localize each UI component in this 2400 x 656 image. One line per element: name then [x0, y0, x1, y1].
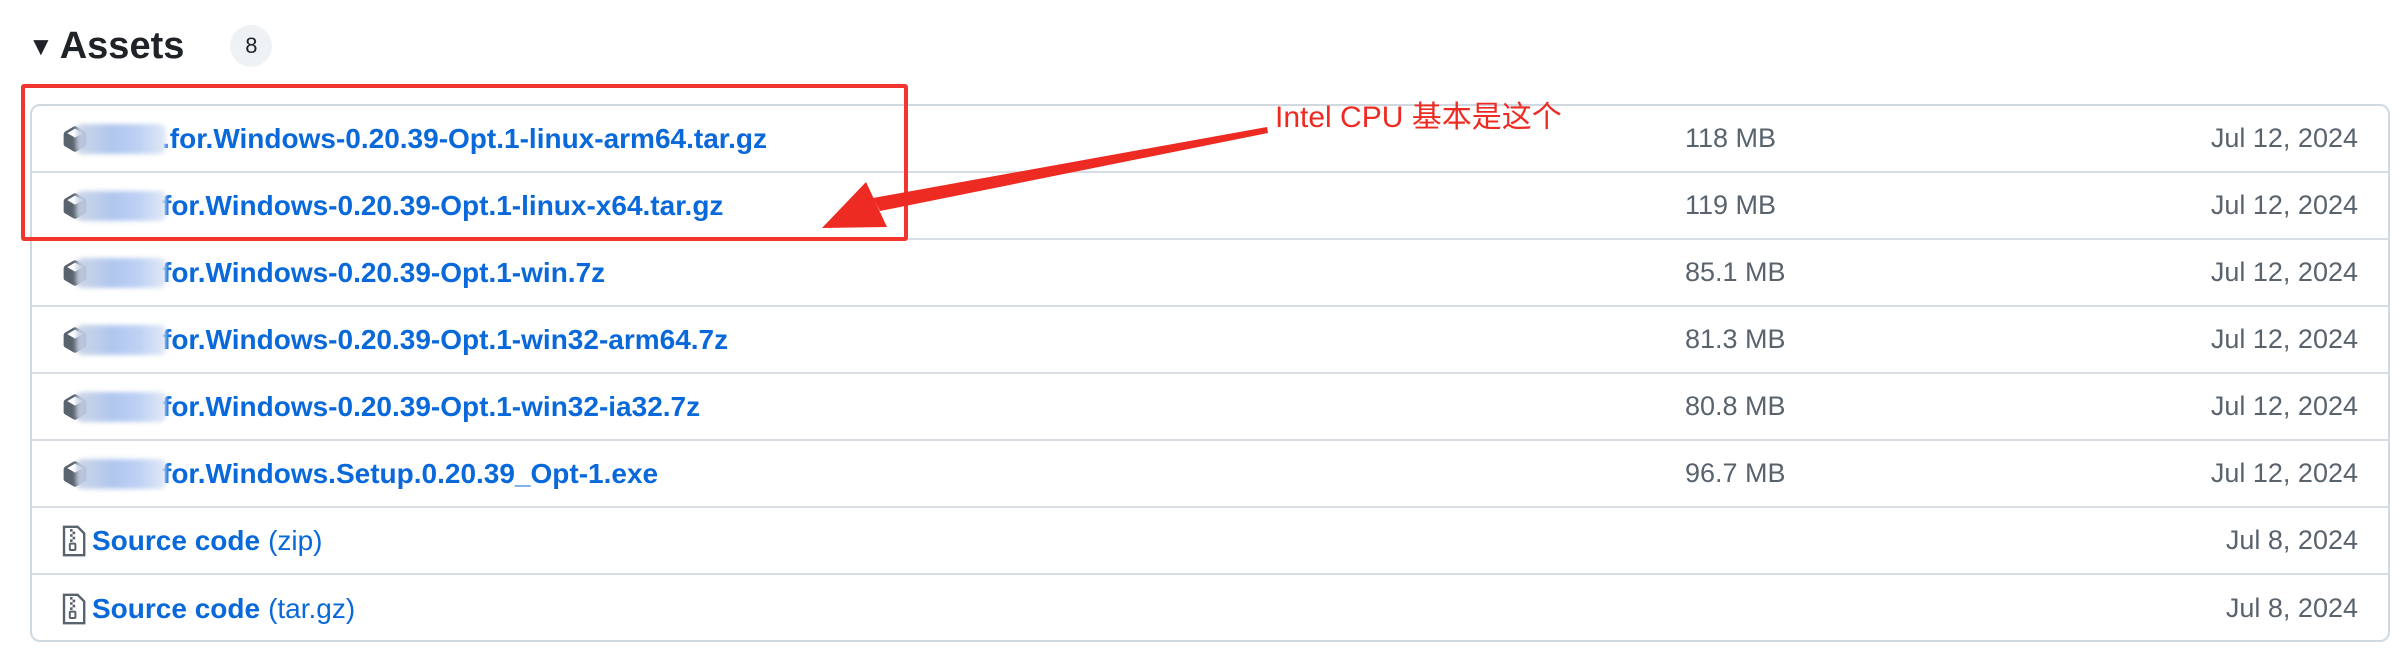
asset-row: for.Windows.Setup.0.20.39_Opt-1.exe 96.7…	[32, 441, 2388, 508]
asset-row: for.Windows-0.20.39-Opt.1-win32-ia32.7z …	[32, 374, 2388, 441]
redacted-prefix	[76, 391, 166, 422]
asset-row: for.Windows-0.20.39-Opt.1-linux-x64.tar.…	[32, 173, 2388, 240]
asset-link[interactable]: for.Windows-0.20.39-Opt.1-win32-ia32.7z	[162, 391, 700, 423]
source-date: Jul 8, 2024	[2225, 593, 2358, 623]
asset-date: Jul 12, 2024	[2210, 458, 2358, 488]
redacted-prefix	[76, 324, 166, 355]
source-targz-suffix[interactable]: (tar.gz)	[268, 593, 355, 625]
asset-size: 96.7 MB	[1685, 458, 1786, 488]
assets-list: .for.Windows-0.20.39-Opt.1-linux-arm64.t…	[30, 104, 2390, 642]
redacted-prefix	[76, 458, 166, 489]
triangle-down-icon[interactable]: ▼	[28, 33, 54, 59]
source-targz-link[interactable]: Source code	[92, 593, 260, 625]
asset-link[interactable]: for.Windows-0.20.39-Opt.1-win32-arm64.7z	[162, 324, 728, 356]
asset-link[interactable]: .for.Windows-0.20.39-Opt.1-linux-arm64.t…	[162, 123, 767, 155]
asset-row: .for.Windows-0.20.39-Opt.1-linux-arm64.t…	[32, 106, 2388, 173]
assets-header[interactable]: ▼ Assets 8	[28, 18, 273, 74]
asset-date: Jul 12, 2024	[2210, 190, 2358, 220]
file-zip-icon	[62, 525, 86, 556]
assets-title: Assets	[59, 24, 185, 67]
asset-size: 80.8 MB	[1685, 391, 1786, 421]
asset-link[interactable]: for.Windows-0.20.39-Opt.1-win.7z	[162, 257, 605, 289]
asset-date: Jul 12, 2024	[2210, 391, 2358, 421]
asset-link[interactable]: for.Windows-0.20.39-Opt.1-linux-x64.tar.…	[162, 190, 723, 222]
redacted-prefix	[76, 257, 166, 288]
asset-date: Jul 12, 2024	[2210, 123, 2358, 153]
source-row: Source code (zip) Jul 8, 2024	[32, 508, 2388, 575]
source-zip-suffix[interactable]: (zip)	[268, 525, 322, 557]
asset-row: for.Windows-0.20.39-Opt.1-win.7z 85.1 MB…	[32, 240, 2388, 307]
asset-date: Jul 12, 2024	[2210, 257, 2358, 287]
source-row: Source code (tar.gz) Jul 8, 2024	[32, 575, 2388, 640]
redacted-prefix	[76, 190, 166, 221]
asset-size: 119 MB	[1685, 190, 1777, 220]
annotation-text: Intel CPU 基本是这个	[1275, 101, 1562, 134]
asset-link[interactable]: for.Windows.Setup.0.20.39_Opt-1.exe	[162, 458, 658, 490]
source-date: Jul 8, 2024	[2225, 525, 2358, 555]
asset-size: 85.1 MB	[1685, 257, 1786, 287]
asset-row: for.Windows-0.20.39-Opt.1-win32-arm64.7z…	[32, 307, 2388, 374]
asset-size: 81.3 MB	[1685, 324, 1786, 354]
asset-size: 118 MB	[1685, 123, 1777, 153]
asset-date: Jul 12, 2024	[2210, 324, 2358, 354]
source-zip-link[interactable]: Source code	[92, 525, 260, 557]
file-zip-icon	[62, 593, 86, 624]
assets-count-badge: 8	[230, 25, 273, 67]
redacted-prefix	[76, 123, 166, 154]
